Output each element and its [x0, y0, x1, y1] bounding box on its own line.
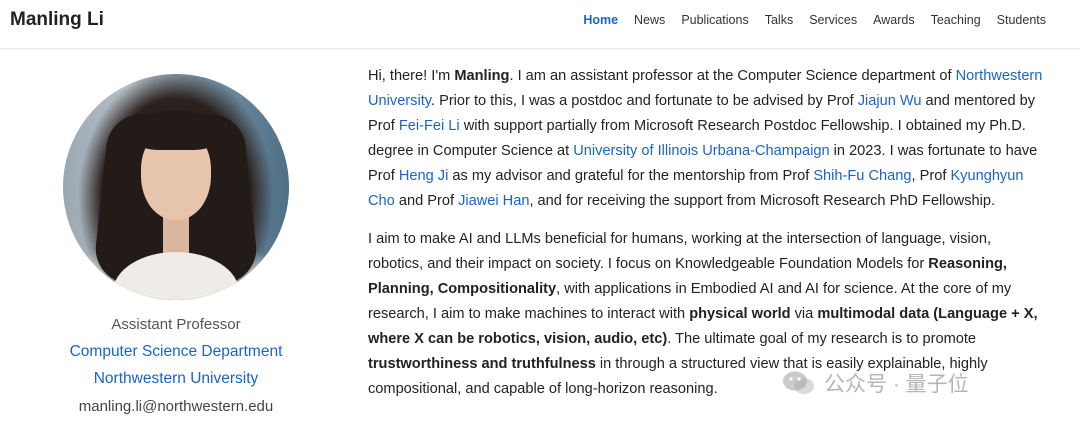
bio-link[interactable]: University of Illinois Urbana-Champaign [573, 143, 829, 159]
nav-teaching[interactable]: Teaching [931, 13, 981, 27]
profile-department-link[interactable]: Computer Science Department [0, 343, 352, 361]
main-nav: Home News Publications Talks Services Aw… [567, 13, 1046, 27]
profile-university-link[interactable]: Northwestern University [0, 370, 352, 388]
nav-talks[interactable]: Talks [765, 13, 793, 27]
bio-text: Hi, there! I'm [368, 68, 455, 84]
bio-text: . The ultimate goal of my research is to… [667, 331, 977, 348]
nav-home[interactable]: Home [583, 13, 618, 27]
avatar [63, 74, 289, 300]
bio-text: . Prior to this, I was a postdoc and for… [430, 92, 858, 109]
avatar-bangs [133, 110, 219, 150]
bio-link[interactable]: Jiajun Wu [858, 93, 922, 109]
profile-role: Assistant Professor [111, 316, 241, 333]
watermark: 公众号 · 量子位 [782, 368, 969, 398]
watermark-text: 公众号 · 量子位 [824, 373, 969, 396]
bio-text: and Prof [394, 192, 459, 209]
nav-services[interactable]: Services [809, 13, 857, 27]
profile-email[interactable]: manling.li@northwestern.edu [0, 398, 352, 415]
bio-paragraph-1: Hi, there! I'm Manling. I am an assistan… [368, 64, 1044, 213]
bio-text: . I am an assistant professor at the Com… [509, 68, 956, 84]
nav-students[interactable]: Students [997, 13, 1046, 27]
nav-news[interactable]: News [634, 13, 665, 27]
top-navbar: Manling Li Home News Publications Talks … [0, 0, 1080, 49]
nav-publications[interactable]: Publications [681, 13, 748, 27]
bio-link[interactable]: Shih-Fu Chang [813, 168, 911, 184]
bio-text: as my advisor and grateful for the mento… [448, 167, 814, 184]
wechat-icon [783, 371, 814, 394]
profile-sidebar: Assistant Professor Computer Science Dep… [0, 48, 352, 431]
bio-content: Hi, there! I'm Manling. I am an assistan… [368, 64, 1044, 416]
nav-awards[interactable]: Awards [873, 13, 914, 27]
bio-text: , Prof [911, 167, 951, 184]
bio-emphasis: physical world [689, 306, 791, 323]
bio-link[interactable]: Heng Ji [399, 168, 448, 184]
bio-link[interactable]: Fei-Fei Li [399, 118, 460, 134]
bio-link[interactable]: Jiawei Han [458, 193, 529, 209]
bio-text: via [790, 306, 818, 323]
bio-text: , and for receiving the support from Mic… [529, 192, 996, 209]
bio-emphasis: trustworthiness and truthfulness [368, 355, 596, 372]
bio-emphasis: Manling [454, 68, 510, 84]
site-title[interactable]: Manling Li [10, 9, 104, 31]
bio-text: I aim to make AI and LLMs beneficial for… [368, 231, 992, 273]
